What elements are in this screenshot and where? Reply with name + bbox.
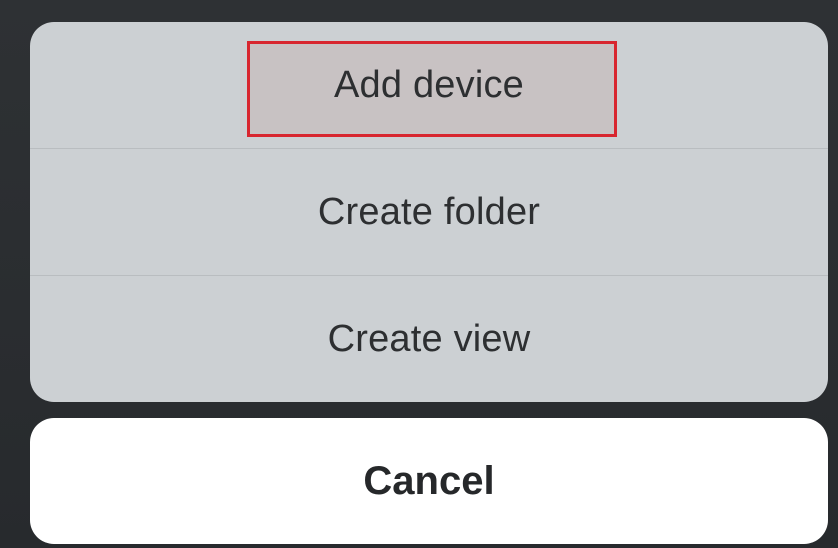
create-view-label: Create view xyxy=(327,317,531,360)
create-folder-label: Create folder xyxy=(317,190,541,233)
add-device-label: Add device xyxy=(333,63,524,106)
screen: Add device Create folder Create view Can… xyxy=(0,0,838,548)
add-device-option[interactable]: Add device xyxy=(30,22,828,148)
action-sheet: Add device Create folder Create view xyxy=(30,22,828,402)
cancel-label: Cancel xyxy=(363,458,495,503)
create-folder-option[interactable]: Create folder xyxy=(30,149,828,275)
cancel-button[interactable]: Cancel xyxy=(30,418,828,544)
create-view-option[interactable]: Create view xyxy=(30,276,828,402)
